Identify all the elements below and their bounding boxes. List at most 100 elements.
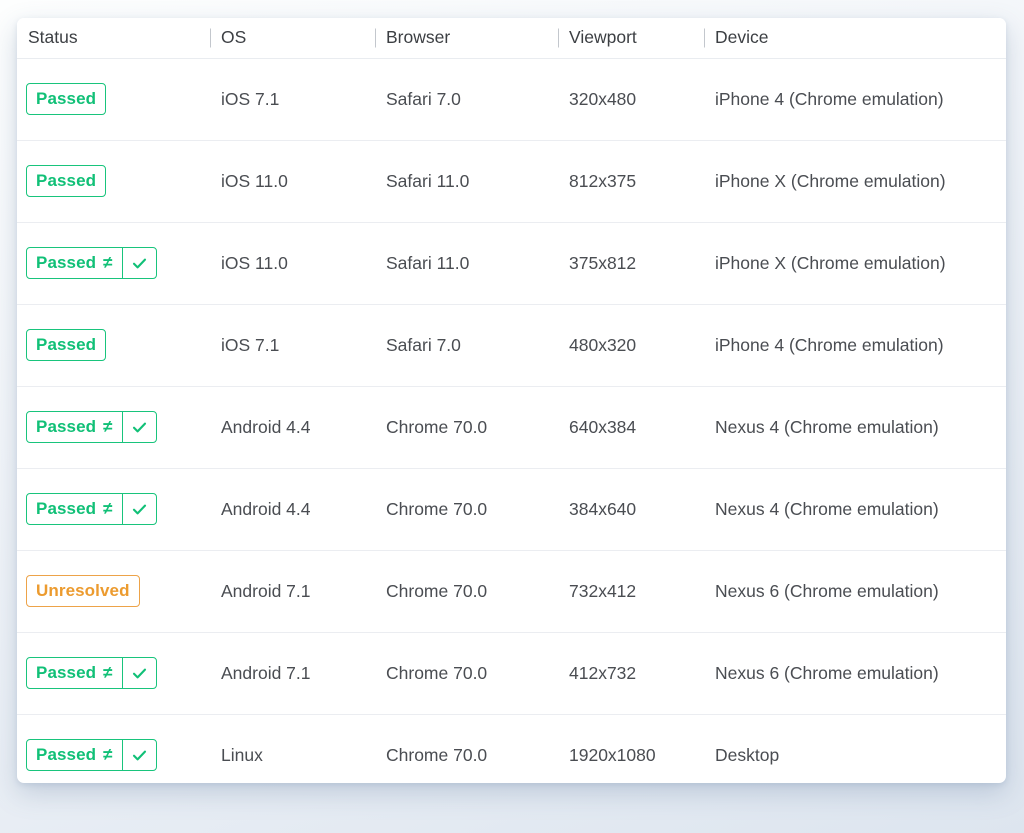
table-row[interactable]: PassediOS 11.0Safari 11.0812x375iPhone X… [17,140,1006,222]
os-cell: Android 7.1 [210,632,375,714]
os-cell: Linux [210,714,375,783]
viewport-cell: 320x480 [558,58,704,140]
os-cell: iOS 11.0 [210,140,375,222]
browser-cell: Safari 11.0 [375,222,558,304]
status-badge-label-group: Passed ≠ [27,658,122,688]
os-cell: Android 4.4 [210,468,375,550]
browser-cell: Chrome 70.0 [375,386,558,468]
test-results-table: Status OS Browser Viewport Device Passed… [17,18,1006,783]
status-cell: Passed ≠ [17,386,210,468]
status-badge-label: Passed [36,746,96,763]
status-cell: Passed ≠ [17,468,210,550]
status-badge-label: Passed [36,418,96,435]
status-cell: Passed [17,58,210,140]
checkmark-icon [131,501,148,518]
table-row[interactable]: Passed ≠ Android 7.1Chrome 70.0412x732Nexu… [17,632,1006,714]
status-badge-label-group: Passed ≠ [27,494,122,524]
status-cell: Passed [17,140,210,222]
viewport-cell: 640x384 [558,386,704,468]
device-cell: Nexus 6 (Chrome emulation) [704,550,1006,632]
device-cell: Nexus 4 (Chrome emulation) [704,468,1006,550]
status-cell: Passed [17,304,210,386]
status-cell: Passed ≠ [17,222,210,304]
status-badge-label: Passed [36,500,96,517]
status-badge-label: Passed [36,172,96,189]
os-cell: Android 7.1 [210,550,375,632]
browser-cell: Chrome 70.0 [375,468,558,550]
status-badge-label-group: Passed [27,84,105,114]
accept-baseline-button[interactable] [122,740,156,770]
status-badge[interactable]: Passed ≠ [26,247,157,279]
device-cell: Nexus 4 (Chrome emulation) [704,386,1006,468]
viewport-cell: 1920x1080 [558,714,704,783]
column-header-device[interactable]: Device [704,18,1006,58]
status-badge-label: Passed [36,254,96,271]
checkmark-icon [131,419,148,436]
device-cell: Nexus 6 (Chrome emulation) [704,632,1006,714]
not-equal-icon: ≠ [103,418,112,435]
status-badge[interactable]: Unresolved [26,575,140,607]
table-header: Status OS Browser Viewport Device [17,18,1006,58]
not-equal-icon: ≠ [103,254,112,271]
status-badge[interactable]: Passed [26,165,106,197]
status-badge[interactable]: Passed ≠ [26,657,157,689]
status-badge-label: Unresolved [36,582,130,599]
status-badge[interactable]: Passed ≠ [26,493,157,525]
accept-baseline-button[interactable] [122,658,156,688]
device-cell: iPhone 4 (Chrome emulation) [704,304,1006,386]
device-cell: Desktop [704,714,1006,783]
checkmark-icon [131,747,148,764]
browser-cell: Safari 7.0 [375,304,558,386]
table-row[interactable]: Passed ≠ Android 4.4Chrome 70.0384x640Nexu… [17,468,1006,550]
status-badge[interactable]: Passed [26,329,106,361]
status-badge-label-group: Passed ≠ [27,248,122,278]
table-row[interactable]: Passed≠iOS 11.0Safari 11.0375x812iPhone … [17,222,1006,304]
column-header-os[interactable]: OS [210,18,375,58]
status-badge[interactable]: Passed≠ [26,739,157,771]
status-cell: Passed ≠ [17,632,210,714]
table-row[interactable]: PassediOS 7.1Safari 7.0480x320iPhone 4 (… [17,304,1006,386]
browser-cell: Chrome 70.0 [375,550,558,632]
accept-baseline-button[interactable] [122,412,156,442]
viewport-cell: 384x640 [558,468,704,550]
status-badge-label-group: Passed≠ [27,740,122,770]
status-badge-label-group: Unresolved [27,576,139,606]
table-body: PassediOS 7.1Safari 7.0320x480iPhone 4 (… [17,58,1006,783]
table-row[interactable]: Passed iOS 7.1Safari 7.0320x480iPhone 4 (… [17,58,1006,140]
not-equal-icon: ≠ [103,664,112,681]
status-badge[interactable]: Passed [26,83,106,115]
column-header-browser[interactable]: Browser [375,18,558,58]
browser-cell: Chrome 70.0 [375,714,558,783]
checkmark-icon [131,665,148,682]
status-badge-label: Passed [36,336,96,353]
accept-baseline-button[interactable] [122,248,156,278]
status-badge-label-group: Passed [27,166,105,196]
status-badge-label: Passed [36,664,96,681]
not-equal-icon: ≠ [103,500,112,517]
viewport-cell: 732x412 [558,550,704,632]
browser-cell: Safari 7.0 [375,58,558,140]
column-header-viewport[interactable]: Viewport [558,18,704,58]
table-header-row: Status OS Browser Viewport Device [17,18,1006,58]
checkmark-icon [131,255,148,272]
os-cell: Android 4.4 [210,386,375,468]
status-badge-label-group: Passed [27,330,105,360]
viewport-cell: 412x732 [558,632,704,714]
browser-cell: Chrome 70.0 [375,632,558,714]
table-row[interactable]: Passed ≠ Android 4.4Chrome 70.0640x384Nexu… [17,386,1006,468]
viewport-cell: 375x812 [558,222,704,304]
device-cell: iPhone 4 (Chrome emulation) [704,58,1006,140]
status-cell: Unresolved [17,550,210,632]
os-cell: iOS 7.1 [210,58,375,140]
viewport-cell: 480x320 [558,304,704,386]
status-cell: Passed≠ [17,714,210,783]
os-cell: iOS 11.0 [210,222,375,304]
column-header-status[interactable]: Status [17,18,210,58]
table-row[interactable]: Unresolved Android 7.1Chrome 70.0732x412N… [17,550,1006,632]
status-badge[interactable]: Passed ≠ [26,411,157,443]
test-results-card: Status OS Browser Viewport Device Passed… [17,18,1006,783]
browser-cell: Safari 11.0 [375,140,558,222]
accept-baseline-button[interactable] [122,494,156,524]
status-badge-label-group: Passed ≠ [27,412,122,442]
table-row[interactable]: Passed≠ LinuxChrome 70.01920x1080Desktop [17,714,1006,783]
